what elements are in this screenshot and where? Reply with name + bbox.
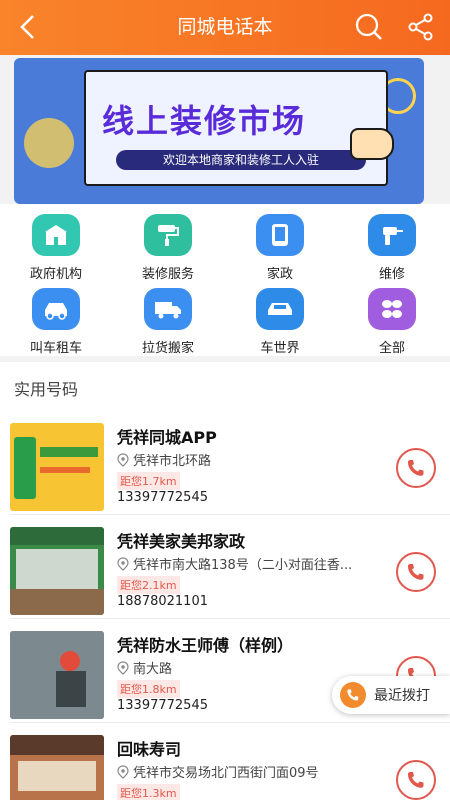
category-housekeeping[interactable]: 家政 — [224, 208, 336, 282]
phone-icon — [407, 772, 424, 788]
category-label: 装修服务 — [141, 267, 194, 282]
listing-phone: 13397772545 — [117, 490, 208, 505]
listing-address-text: 凭祥市北环路 — [133, 454, 212, 469]
category-repair[interactable]: 维修 — [336, 208, 448, 282]
drill-icon — [368, 214, 416, 256]
listing-name: 凭祥美家美邦家政 — [117, 532, 246, 551]
list-item[interactable]: 凭祥同城APP 凭祥市北环路 距您1.7km 13397772545 — [0, 410, 450, 514]
listing-name: 凭祥防水王师傅（样例） — [117, 636, 294, 655]
recent-calls-label: 最近拨打 — [374, 688, 430, 704]
location-pin-icon — [117, 556, 129, 571]
building-icon — [32, 214, 80, 256]
listing-name: 回味寿司 — [117, 740, 182, 759]
listing-address-text: 凭祥市南大路138号（二小对面往香... — [133, 558, 353, 573]
listing-address-text: 南大路 — [133, 662, 173, 677]
listing-list: 凭祥同城APP 凭祥市北环路 距您1.7km 13397772545 凭祥美家美… — [0, 410, 450, 800]
category-label: 家政 — [266, 267, 293, 282]
listing-address: 凭祥市北环路 — [117, 450, 387, 469]
category-government[interactable]: 政府机构 — [0, 208, 112, 282]
category-label: 车世界 — [260, 341, 300, 356]
listing-thumbnail — [10, 527, 104, 615]
location-pin-icon — [117, 660, 129, 675]
call-button[interactable] — [396, 760, 436, 800]
promo-banner[interactable]: 线上装修市场 欢迎本地商家和装修工人入驻 — [14, 58, 424, 204]
category-label: 维修 — [378, 267, 405, 282]
location-pin-icon — [117, 764, 129, 779]
listing-distance: 距您1.7km — [117, 472, 180, 490]
category-car-world[interactable]: 车世界 — [224, 282, 336, 356]
banner-headline: 线上装修市场 — [102, 102, 307, 140]
listing-distance: 距您2.1km — [117, 576, 180, 594]
listing-thumbnail — [10, 423, 104, 511]
section-title: 实用号码 — [14, 380, 79, 399]
top-bar: 同城电话本 — [0, 0, 450, 55]
category-moving[interactable]: 拉货搬家 — [112, 282, 224, 356]
call-button[interactable] — [396, 552, 436, 592]
category-label: 全部 — [378, 341, 405, 356]
decor-circle — [24, 118, 74, 168]
listing-address: 凭祥市南大路138号（二小对面往香... — [117, 554, 387, 573]
share-icon[interactable] — [404, 10, 438, 44]
tablet-icon — [256, 214, 304, 256]
category-grid: 政府机构 装修服务 家政 维修 叫车租车 拉货搬家 车世界 全部 — [0, 204, 450, 356]
car-icon — [256, 288, 304, 330]
list-item[interactable]: 凭祥美家美邦家政 凭祥市南大路138号（二小对面往香... 距您2.1km 18… — [0, 514, 450, 618]
listing-address-text: 凭祥市交易场北门西街门面09号 — [133, 766, 319, 781]
paint-roller-icon — [144, 214, 192, 256]
listing-phone: 18878021101 — [117, 594, 208, 609]
listing-thumbnail — [10, 735, 104, 800]
listing-phone: 13397772545 — [117, 698, 208, 713]
grid-icon — [368, 288, 416, 330]
phone-icon — [407, 460, 424, 476]
listing-thumbnail — [10, 631, 104, 719]
banner-card: 线上装修市场 欢迎本地商家和装修工人入驻 — [84, 70, 388, 186]
recent-calls-button[interactable]: 最近拨打 — [332, 676, 450, 714]
listing-address: 凭祥市交易场北门西街门面09号 — [117, 762, 387, 781]
taxi-icon — [32, 288, 80, 330]
listing-distance: 距您1.8km — [117, 680, 180, 698]
search-icon[interactable] — [352, 10, 386, 44]
phone-icon — [340, 682, 366, 708]
banner-subline: 欢迎本地商家和装修工人入驻 — [116, 150, 366, 170]
category-label: 叫车租车 — [29, 341, 82, 356]
category-all[interactable]: 全部 — [336, 282, 448, 356]
phone-icon — [407, 564, 424, 580]
list-item[interactable]: 回味寿司 凭祥市交易场北门西街门面09号 距您1.3km — [0, 722, 450, 800]
location-pin-icon — [117, 452, 129, 467]
category-taxi[interactable]: 叫车租车 — [0, 282, 112, 356]
category-label: 拉货搬家 — [141, 341, 194, 356]
listing-distance: 距您1.3km — [117, 784, 180, 800]
truck-icon — [144, 288, 192, 330]
listing-address: 南大路 — [117, 658, 387, 677]
listing-name: 凭祥同城APP — [117, 428, 217, 447]
category-label: 政府机构 — [29, 267, 82, 282]
category-decoration[interactable]: 装修服务 — [112, 208, 224, 282]
call-button[interactable] — [396, 448, 436, 488]
section-header: 实用号码 — [0, 362, 450, 410]
pointing-hand-icon — [350, 128, 394, 160]
